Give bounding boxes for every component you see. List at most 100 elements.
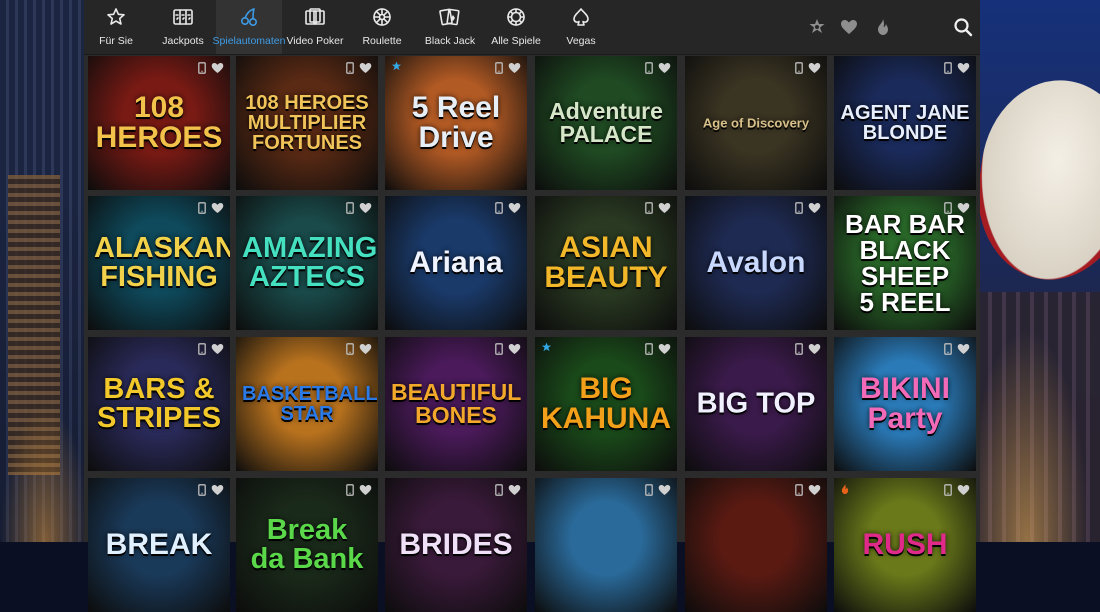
- game-tile[interactable]: Age of Discovery: [685, 56, 827, 190]
- game-title: Ariana: [409, 246, 503, 279]
- game-title: RUSH: [862, 528, 948, 561]
- favorite-heart-icon[interactable]: [359, 61, 372, 79]
- favorite-heart-icon[interactable]: [211, 61, 224, 79]
- game-tile[interactable]: [685, 478, 827, 612]
- game-tile[interactable]: BIKINI Party: [834, 337, 976, 471]
- mobile-available-icon: [198, 61, 206, 79]
- game-title: Break da Bank: [250, 514, 364, 575]
- nav-tab-vegas[interactable]: Vegas: [548, 0, 614, 54]
- game-tile[interactable]: 5 Reel Drive: [385, 56, 527, 190]
- game-tile[interactable]: BIG TOP: [685, 337, 827, 471]
- game-tile[interactable]: Ariana: [385, 196, 527, 330]
- tile-actions: [944, 201, 970, 219]
- favorite-heart-icon[interactable]: [808, 201, 821, 219]
- game-title: ASIAN BEAUTY: [544, 231, 668, 294]
- nav-tab-label: Roulette: [362, 35, 402, 47]
- game-tile[interactable]: RUSH: [834, 478, 976, 612]
- game-title: BARS & STRIPES: [96, 373, 222, 434]
- game-title: Age of Discovery: [702, 115, 810, 131]
- game-tile[interactable]: BREAK: [88, 478, 230, 612]
- game-title: AGENT JANE BLONDE: [840, 102, 970, 144]
- mobile-available-icon: [495, 483, 503, 501]
- tile-actions: [198, 201, 224, 219]
- mobile-available-icon: [346, 483, 354, 501]
- favorite-heart-icon[interactable]: [508, 61, 521, 79]
- flame-icon[interactable]: [872, 0, 894, 54]
- nav-tab-roulette[interactable]: Roulette: [348, 0, 416, 54]
- nav-tab-label: Black Jack: [424, 35, 476, 47]
- game-tile[interactable]: Avalon: [685, 196, 827, 330]
- favorite-heart-icon[interactable]: [658, 61, 671, 79]
- game-tile[interactable]: AMAZING AZTECS: [236, 196, 378, 330]
- game-tile[interactable]: ASIAN BEAUTY: [535, 196, 677, 330]
- favorite-heart-icon[interactable]: [957, 483, 970, 501]
- favorite-heart-icon[interactable]: [359, 201, 372, 219]
- favorite-heart-icon[interactable]: [359, 483, 372, 501]
- mobile-available-icon: [198, 342, 206, 360]
- tile-actions: [795, 483, 821, 501]
- background-glow: [0, 402, 90, 542]
- search-icon[interactable]: [950, 0, 976, 54]
- favorite-heart-icon[interactable]: [658, 342, 671, 360]
- nav-tab-alle-spiele[interactable]: Alle Spiele: [484, 0, 548, 54]
- game-tile[interactable]: 108 HEROES MULTIPLIER FORTUNES: [236, 56, 378, 190]
- mobile-available-icon: [645, 61, 653, 79]
- tile-actions: [495, 342, 521, 360]
- game-tile[interactable]: BRIDES: [385, 478, 527, 612]
- nav-tab-label: Spielautomaten: [212, 35, 286, 47]
- favorite-heart-icon[interactable]: [957, 61, 970, 79]
- favorite-heart-icon[interactable]: [211, 201, 224, 219]
- game-tile[interactable]: BIG KAHUNA: [535, 337, 677, 471]
- game-tile[interactable]: Adventure PALACE: [535, 56, 677, 190]
- game-tile[interactable]: AGENT JANE BLONDE: [834, 56, 976, 190]
- nav-tab-spielautomaten[interactable]: Spielautomaten: [213, 0, 285, 54]
- tile-actions: [346, 342, 372, 360]
- tile-actions: [495, 61, 521, 79]
- favorite-heart-icon[interactable]: [508, 483, 521, 501]
- tile-actions: [495, 201, 521, 219]
- favorite-heart-icon[interactable]: [211, 483, 224, 501]
- slot-reels-icon: [172, 7, 194, 27]
- game-title: ALASKAN FISHING: [94, 232, 230, 293]
- game-tile[interactable]: [535, 478, 677, 612]
- game-tile[interactable]: BEAUTIFUL BONES: [385, 337, 527, 471]
- favorite-heart-icon[interactable]: [957, 342, 970, 360]
- game-title: 108 HEROES: [95, 91, 223, 154]
- heart-icon[interactable]: [838, 0, 860, 54]
- sheriff-star-icon[interactable]: [806, 0, 828, 54]
- game-tile[interactable]: BARS & STRIPES: [88, 337, 230, 471]
- nav-tab-video-poker[interactable]: Video Poker: [282, 0, 348, 54]
- tile-actions: [795, 342, 821, 360]
- chip-icon: [505, 7, 527, 27]
- game-tile[interactable]: Break da Bank: [236, 478, 378, 612]
- favorite-heart-icon[interactable]: [808, 483, 821, 501]
- nav-tab-label: Alle Spiele: [491, 35, 541, 47]
- tile-actions: [645, 201, 671, 219]
- game-tile[interactable]: 108 HEROES: [88, 56, 230, 190]
- favorite-heart-icon[interactable]: [658, 483, 671, 501]
- game-tile[interactable]: BAR BAR BLACK SHEEP 5 REEL: [834, 196, 976, 330]
- favorite-heart-icon[interactable]: [508, 342, 521, 360]
- mobile-available-icon: [645, 342, 653, 360]
- game-tile[interactable]: ALASKAN FISHING: [88, 196, 230, 330]
- favorite-heart-icon[interactable]: [211, 342, 224, 360]
- game-title: BREAK: [105, 528, 213, 561]
- favorite-heart-icon[interactable]: [808, 61, 821, 79]
- game-title: BASKETBALL STAR: [242, 383, 378, 425]
- tile-actions: [645, 483, 671, 501]
- favorite-heart-icon[interactable]: [658, 201, 671, 219]
- vegas-sign-graphic: [966, 70, 1100, 290]
- favorite-heart-icon[interactable]: [808, 342, 821, 360]
- tile-actions: [346, 61, 372, 79]
- game-tile[interactable]: BASKETBALL STAR: [236, 337, 378, 471]
- favorite-heart-icon[interactable]: [359, 342, 372, 360]
- casino-panel: Für Sie Jackpots Spielautomaten Video Poker…: [84, 0, 980, 612]
- nav-tab-für-sie[interactable]: Für Sie: [84, 0, 148, 54]
- favorite-heart-icon[interactable]: [508, 201, 521, 219]
- favorite-heart-icon[interactable]: [957, 201, 970, 219]
- nav-tab-black-jack[interactable]: Black Jack: [416, 0, 484, 54]
- mobile-available-icon: [944, 61, 952, 79]
- tile-actions: [944, 342, 970, 360]
- nav-tab-jackpots[interactable]: Jackpots: [150, 0, 216, 54]
- background-glow: [978, 292, 1100, 542]
